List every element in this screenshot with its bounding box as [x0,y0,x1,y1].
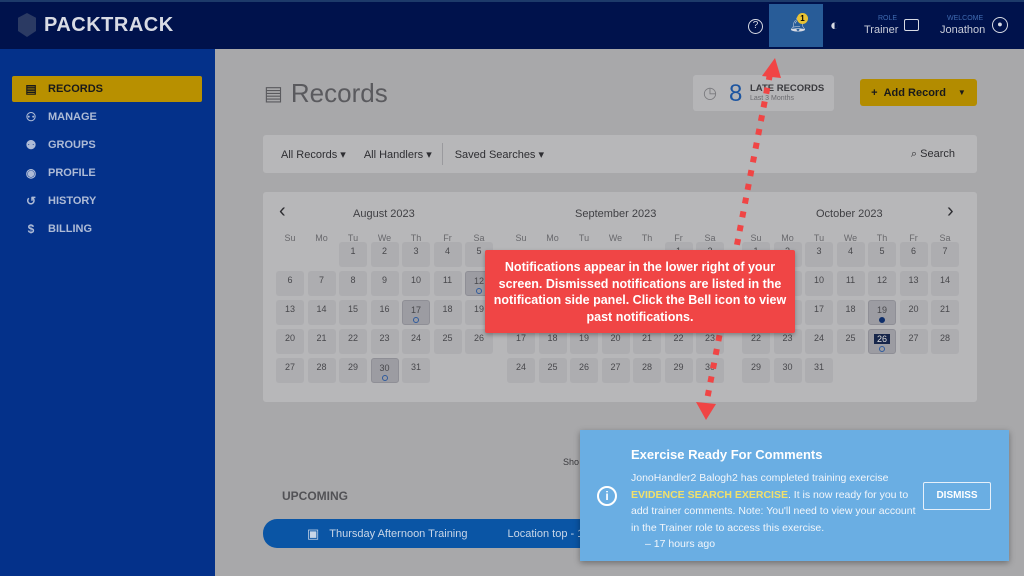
toast-body: JonoHandler2 Balogh2 has completed train… [631,472,916,550]
notification-toast: i Exercise Ready For Comments JonoHandle… [580,430,1009,561]
tutorial-callout: Notifications appear in the lower right … [485,250,795,333]
info-icon: i [597,486,617,506]
arrowhead-up [762,58,781,78]
toast-time: – 17 hours ago [645,538,716,550]
dismiss-button[interactable]: DISMISS [923,482,991,510]
toast-title: Exercise Ready For Comments [631,447,823,462]
arrowhead-down [696,402,716,420]
exercise-name[interactable]: EVIDENCE SEARCH EXERCISE [631,489,788,501]
dotted-line [703,73,773,406]
